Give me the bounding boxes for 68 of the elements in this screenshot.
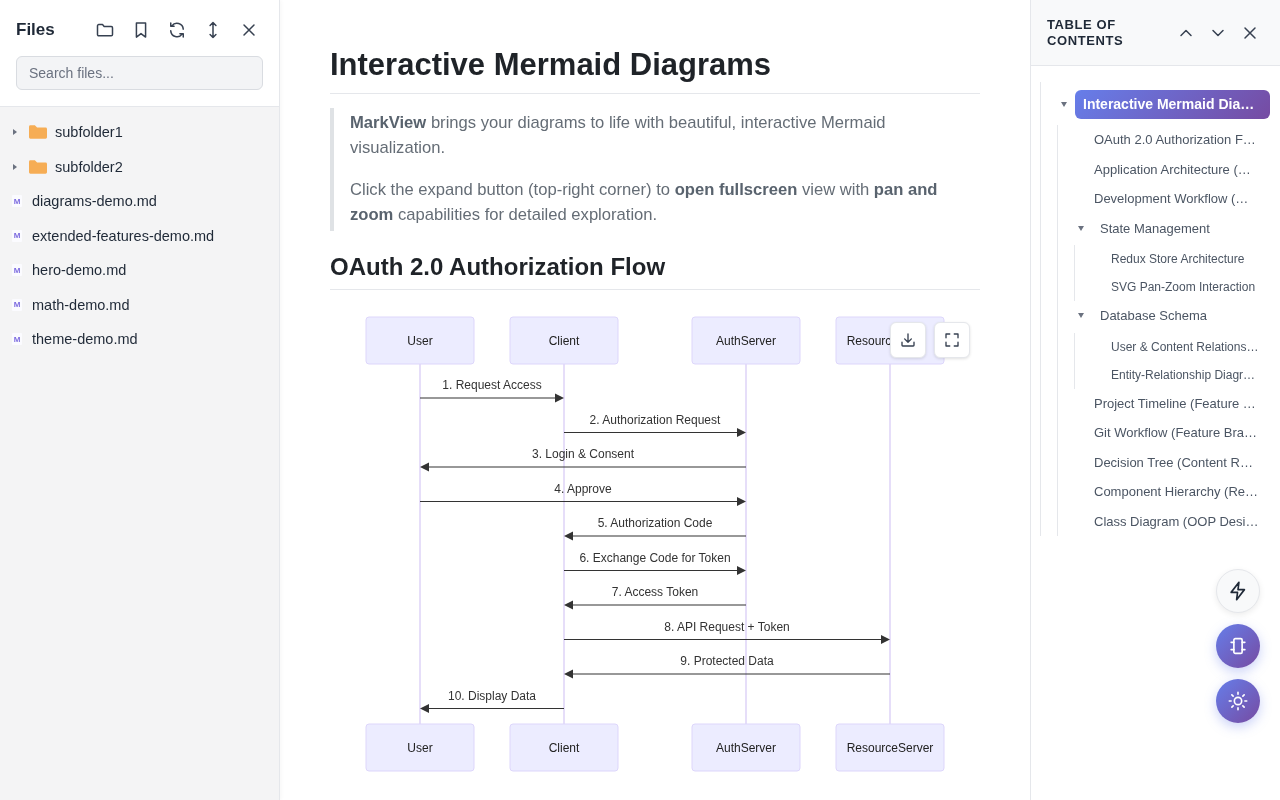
callout-text: MarkView brings your diagrams to life with beautiful, interactive Mermaid visualization. — [350, 112, 887, 159]
folder-name[interactable]: subfolder2 — [55, 158, 123, 175]
lightning-button[interactable] — [1216, 569, 1260, 613]
caret-icon[interactable] — [1078, 225, 1084, 231]
file-name[interactable]: hero-demo.md — [32, 262, 127, 279]
theme-button[interactable] — [1216, 679, 1260, 723]
toc-item[interactable]: Interactive Mermaid Dia… — [1075, 90, 1270, 119]
markdown-icon: M — [12, 195, 22, 208]
toc-item[interactable]: State Management — [1092, 213, 1218, 243]
caret-icon[interactable] — [1078, 313, 1084, 319]
message-label: 6. Exchange Code for Token — [579, 550, 731, 565]
refresh-icon[interactable] — [167, 20, 187, 40]
caret-icon[interactable] — [13, 129, 17, 136]
toc-item[interactable]: Redux Store Architecture — [1103, 245, 1253, 273]
message-label: 10. Display Data — [448, 688, 536, 703]
message-label: 2. Authorization Request — [589, 412, 721, 427]
markdown-icon: M — [12, 298, 22, 311]
markdown-icon: M — [12, 229, 22, 242]
chip-icon — [1227, 635, 1249, 657]
message-label: 4. Approve — [554, 481, 612, 496]
toc-item[interactable]: Decision Tree (Content R… — [1086, 447, 1261, 477]
section-heading: OAuth 2.0 Authorization Flow — [330, 252, 667, 282]
participant-node: Client — [509, 316, 619, 365]
participant-node: Client — [509, 723, 619, 772]
toc-title: TABLE OF CONTENTS — [1047, 16, 1125, 49]
participant-node: AuthServer — [691, 316, 801, 365]
chip-button[interactable] — [1216, 624, 1260, 668]
participant-node: User — [365, 723, 475, 772]
toc-item[interactable]: Development Workflow (… — [1086, 184, 1257, 214]
toc-item[interactable]: Class Diagram (OOP Desi… — [1086, 506, 1267, 536]
message-label: 1. Request Access — [442, 378, 542, 392]
markdown-icon: M — [12, 333, 22, 346]
toc-item[interactable]: SVG Pan-Zoom Interaction — [1103, 273, 1264, 301]
file-name[interactable]: extended-features-demo.md — [32, 227, 215, 244]
toc-item[interactable]: Database Schema — [1092, 301, 1215, 331]
toc-item[interactable]: Component Hierarchy (Re… — [1086, 477, 1266, 507]
download-button[interactable] — [890, 322, 926, 358]
file-name[interactable]: theme-demo.md — [32, 331, 138, 348]
participant-node: AuthServer — [691, 723, 801, 772]
participant-node: User — [365, 316, 475, 365]
caret-icon[interactable] — [1061, 102, 1067, 107]
toc-item[interactable]: Project Timeline (Feature … — [1086, 388, 1264, 418]
caret-icon[interactable] — [13, 163, 17, 170]
file-name[interactable]: math-demo.md — [32, 296, 130, 313]
toc-item[interactable]: Application Architecture (… — [1086, 154, 1259, 184]
fullscreen-button[interactable] — [934, 322, 970, 358]
toc-item[interactable]: Entity-Relationship Diagr… — [1103, 360, 1264, 389]
download-icon — [899, 331, 917, 349]
search-field[interactable]: Search files... — [16, 56, 263, 90]
folder-name[interactable]: subfolder1 — [55, 124, 123, 141]
message-label: 7. Access Token — [611, 585, 699, 599]
sidebar-title: Files — [16, 20, 55, 40]
folder-icon — [29, 125, 47, 140]
toc-item[interactable]: User & Content Relations… — [1103, 332, 1267, 361]
sun-icon — [1227, 690, 1249, 712]
page-title: Interactive Mermaid Diagrams — [330, 46, 773, 84]
message-label: 5. Authorization Code — [597, 516, 713, 530]
message-label: 3. Login & Consent — [531, 447, 635, 461]
callout-text: Click the expand button (top-right corner) to open fullscreen view with pan and zoom capabilities for detailed exploration. — [350, 179, 939, 226]
message-label: 8. API Request + Token — [664, 619, 790, 634]
participant-node: ResourceServer — [835, 723, 945, 772]
markdown-icon: M — [12, 264, 22, 277]
folder-icon — [29, 159, 47, 174]
file-name[interactable]: diagrams-demo.md — [32, 193, 157, 210]
fullscreen-icon — [943, 331, 961, 349]
toc-item[interactable]: Git Workflow (Feature Bra… — [1086, 418, 1266, 448]
toc-item[interactable]: OAuth 2.0 Authorization F… — [1086, 125, 1264, 155]
message-label: 9. Protected Data — [680, 654, 774, 668]
